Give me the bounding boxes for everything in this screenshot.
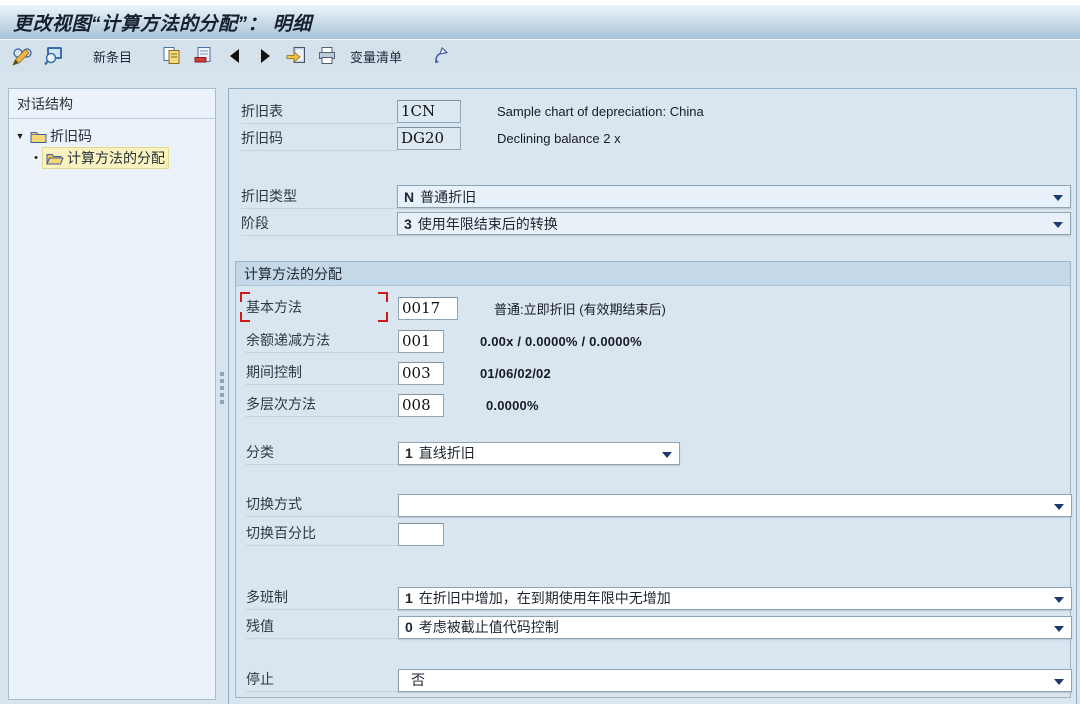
field-label-depreciation-type: 折旧类型 [241, 185, 397, 209]
field-label-changeover-percent: 切换百分比 [246, 522, 398, 546]
tree-bullet-icon: • [29, 152, 43, 164]
delete-entry-icon[interactable] [191, 44, 215, 68]
copy-entry-icon[interactable] [160, 44, 184, 68]
field-label-multilevel-method: 多层次方法 [246, 393, 398, 417]
depreciation-key-desc: Declining balance 2 x [497, 131, 621, 146]
page-title: 更改视图“计算方法的分配”： 明细 [0, 9, 312, 36]
tree-item-label: 计算方法的分配 [67, 148, 165, 168]
application-toolbar: 新条目 [0, 39, 1080, 72]
field-label-phase: 阶段 [241, 212, 397, 236]
next-entry-icon[interactable] [253, 44, 277, 68]
display-view-icon[interactable] [41, 44, 65, 68]
dialog-structure-header: 对话结构 [9, 89, 215, 119]
title-bar: 更改视图“计算方法的分配”： 明细 [0, 4, 1080, 40]
new-entries-button[interactable]: 新条目 [89, 44, 136, 68]
bottom-margin [0, 704, 1080, 711]
classification-dropdown[interactable]: 1 直线折旧 [398, 442, 680, 465]
tree-item-label: 折旧码 [50, 126, 92, 146]
dialog-structure-tree: ▼ 折旧码 • [9, 119, 215, 175]
field-label-multiple-shift: 多班制 [246, 586, 398, 610]
chevron-down-icon [1054, 597, 1064, 603]
closed-folder-icon [30, 130, 47, 143]
chevron-down-icon [1054, 504, 1064, 510]
chart-of-depreciation-desc: Sample chart of depreciation: China [497, 104, 704, 119]
field-label-classification: 分类 [246, 441, 398, 465]
changeover-method-dropdown[interactable] [398, 494, 1072, 517]
chevron-down-icon [1054, 626, 1064, 632]
field-label-declining-balance-method: 余额递减方法 [246, 329, 398, 353]
field-label-changeover-method: 切换方式 [246, 493, 398, 517]
detail-form-panel: 折旧表 1CN Sample chart of depreciation: Ch… [228, 88, 1077, 705]
multiple-shift-dropdown[interactable]: 1 在折旧中增加，在到期使用年限中无增加 [398, 587, 1072, 610]
workspace: 对话结构 ▼ 折旧码 • [0, 72, 1080, 704]
field-label-scrap-value: 残值 [246, 615, 398, 639]
multilevel-method-field[interactable]: 008 [398, 394, 444, 417]
declining-balance-method-desc: 0.00x / 0.0000% / 0.0000% [480, 334, 642, 349]
change-display-toggle-icon[interactable] [10, 44, 34, 68]
sap-window: 更改视图“计算方法的分配”： 明细 新条目 [0, 0, 1080, 711]
tree-item-calc-method-assignment[interactable]: • 计算方法的分配 [13, 147, 211, 169]
calc-method-groupbox: 计算方法的分配 基本方法 0017 普通:立即折旧 (有效期结束后) 余额递减方… [235, 261, 1071, 698]
dialog-structure-panel: 对话结构 ▼ 折旧码 • [8, 88, 216, 700]
field-label-depreciation-key: 折旧码 [241, 127, 397, 151]
open-folder-icon [46, 152, 64, 165]
other-entry-icon[interactable] [284, 44, 308, 68]
scrap-value-dropdown[interactable]: 0 考虑被截止值代码控制 [398, 616, 1072, 639]
previous-entry-icon[interactable] [222, 44, 246, 68]
tree-expander-icon[interactable]: ▼ [13, 131, 27, 141]
chevron-down-icon [662, 452, 672, 458]
chevron-down-icon [1053, 195, 1063, 201]
field-label-chart-of-depreciation: 折旧表 [241, 100, 397, 124]
depreciation-key-field[interactable]: DG20 [397, 127, 461, 150]
chevron-down-icon [1054, 679, 1064, 685]
chart-of-depreciation-field[interactable]: 1CN [397, 100, 461, 123]
groupbox-title: 计算方法的分配 [236, 262, 1070, 286]
tree-item-depreciation-key[interactable]: ▼ 折旧码 [13, 125, 211, 147]
field-label-period-control: 期间控制 [246, 361, 398, 385]
field-label-base-method: 基本方法 [246, 296, 398, 320]
shutdown-dropdown[interactable]: 否 [398, 669, 1072, 692]
changeover-percent-field[interactable] [398, 523, 444, 546]
base-method-desc: 普通:立即折旧 (有效期结束后) [494, 299, 666, 318]
depreciation-type-dropdown[interactable]: N 普通折旧 [397, 185, 1071, 208]
period-control-desc: 01/06/02/02 [480, 366, 551, 381]
chevron-down-icon [1053, 222, 1063, 228]
base-method-field[interactable]: 0017 [398, 297, 458, 320]
skip-icon[interactable] [430, 44, 454, 68]
panel-splitter[interactable] [218, 372, 225, 412]
variable-list-button[interactable]: 变量清单 [346, 44, 406, 68]
print-icon[interactable] [315, 44, 339, 68]
field-label-shutdown: 停止 [246, 668, 398, 692]
period-control-field[interactable]: 003 [398, 362, 444, 385]
declining-balance-method-field[interactable]: 001 [398, 330, 444, 353]
phase-dropdown[interactable]: 3 使用年限结束后的转换 [397, 212, 1071, 235]
multilevel-method-desc: 0.0000% [486, 398, 539, 413]
